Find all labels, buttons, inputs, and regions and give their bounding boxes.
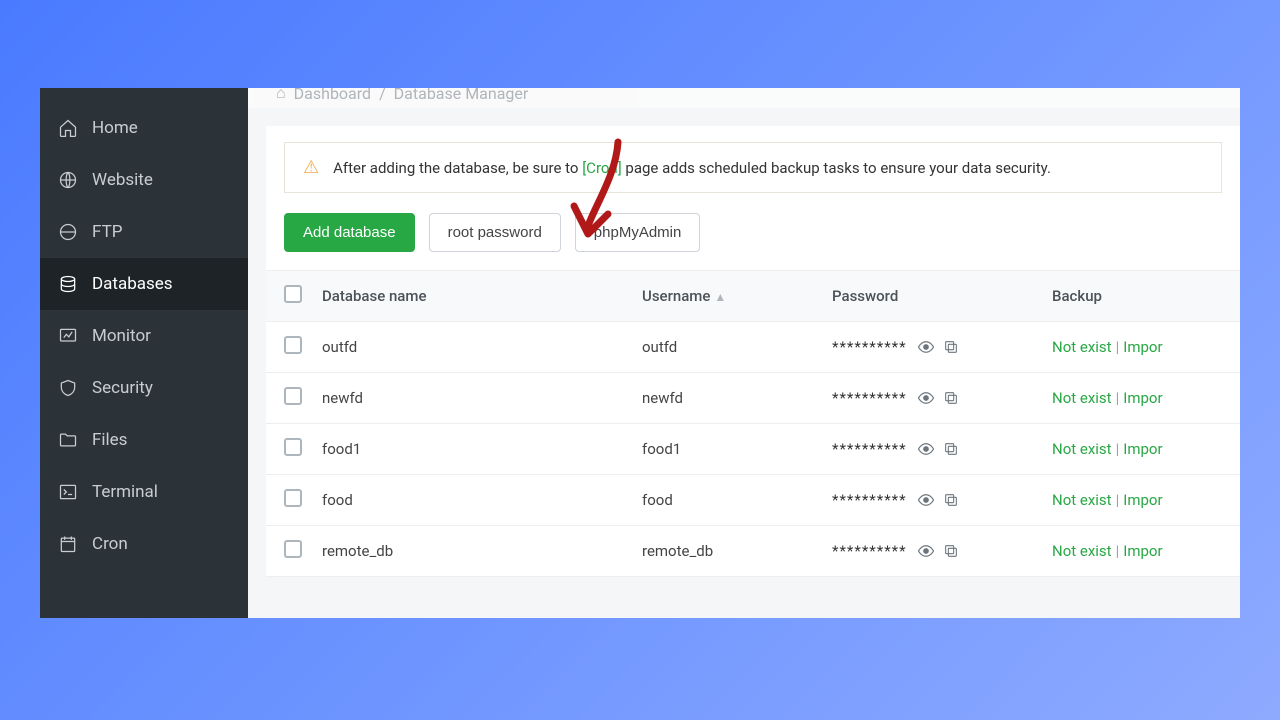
calendar-icon	[58, 534, 78, 554]
main-content: ⌂ Dashboard / Database Manager ⚠ After a…	[248, 88, 1240, 618]
sidebar-item-label: Website	[92, 170, 153, 190]
home-icon	[58, 118, 78, 138]
cell-username: food1	[632, 424, 822, 475]
row-checkbox[interactable]	[284, 438, 302, 456]
sidebar-item-cron[interactable]: Cron	[40, 518, 248, 570]
cell-dbname: newfd	[312, 373, 632, 424]
breadcrumb: ⌂ Dashboard / Database Manager	[248, 88, 1240, 108]
cell-username: food	[632, 475, 822, 526]
table-row: food1food1**********Not exist|Impor	[266, 424, 1240, 475]
backup-import-link[interactable]: Impor	[1123, 338, 1162, 356]
eye-icon[interactable]	[917, 389, 935, 407]
ftp-icon	[58, 222, 78, 242]
password-mask: **********	[832, 440, 907, 458]
database-table: Database name Username▲ Password Backup …	[266, 270, 1240, 577]
database-icon	[58, 274, 78, 294]
backup-import-link[interactable]: Impor	[1123, 542, 1162, 560]
table-row: newfdnewfd**********Not exist|Impor	[266, 373, 1240, 424]
copy-icon[interactable]	[943, 491, 959, 509]
alert-text: After adding the database, be sure to [C…	[333, 159, 1051, 177]
shield-icon	[58, 378, 78, 398]
cell-dbname: food1	[312, 424, 632, 475]
row-checkbox[interactable]	[284, 540, 302, 558]
password-mask: **********	[832, 491, 907, 509]
breadcrumb-dashboard[interactable]: Dashboard	[294, 88, 371, 103]
eye-icon[interactable]	[917, 491, 935, 509]
cell-username: newfd	[632, 373, 822, 424]
backup-not-exist-link[interactable]: Not exist	[1052, 491, 1112, 509]
select-all-checkbox[interactable]	[284, 285, 302, 303]
eye-icon[interactable]	[917, 440, 935, 458]
sidebar-item-label: Security	[92, 378, 153, 398]
cell-dbname: outfd	[312, 322, 632, 373]
copy-icon[interactable]	[943, 542, 959, 560]
col-header-password[interactable]: Password	[822, 271, 1042, 322]
add-database-button[interactable]: Add database	[284, 213, 415, 252]
sidebar-item-label: Home	[92, 118, 138, 138]
cell-username: outfd	[632, 322, 822, 373]
col-header-name[interactable]: Database name	[312, 271, 632, 322]
sidebar-item-files[interactable]: Files	[40, 414, 248, 466]
backup-import-link[interactable]: Impor	[1123, 491, 1162, 509]
toolbar: Add database root password phpMyAdmin	[266, 213, 1240, 270]
password-mask: **********	[832, 542, 907, 560]
copy-icon[interactable]	[943, 440, 959, 458]
table-row: foodfood**********Not exist|Impor	[266, 475, 1240, 526]
password-mask: **********	[832, 389, 907, 407]
backup-not-exist-link[interactable]: Not exist	[1052, 389, 1112, 407]
row-checkbox[interactable]	[284, 387, 302, 405]
sidebar-item-terminal[interactable]: Terminal	[40, 466, 248, 518]
cell-dbname: remote_db	[312, 526, 632, 577]
copy-icon[interactable]	[943, 338, 959, 356]
monitor-icon	[58, 326, 78, 346]
table-row: remote_dbremote_db**********Not exist|Im…	[266, 526, 1240, 577]
sidebar-item-ftp[interactable]: FTP	[40, 206, 248, 258]
backup-not-exist-link[interactable]: Not exist	[1052, 338, 1112, 356]
info-alert: ⚠ After adding the database, be sure to …	[284, 142, 1222, 193]
backup-import-link[interactable]: Impor	[1123, 440, 1162, 458]
row-checkbox[interactable]	[284, 489, 302, 507]
sidebar-item-label: Files	[92, 430, 127, 450]
sidebar-item-label: Cron	[92, 534, 128, 554]
sidebar-item-website[interactable]: Website	[40, 154, 248, 206]
sidebar-item-monitor[interactable]: Monitor	[40, 310, 248, 362]
terminal-icon	[58, 482, 78, 502]
panel-window: Home Website FTP Databases Monitor	[40, 88, 1240, 618]
breadcrumb-current: Database Manager	[394, 88, 529, 103]
eye-icon[interactable]	[917, 338, 935, 356]
sidebar-item-label: Terminal	[92, 482, 158, 502]
col-header-username[interactable]: Username▲	[632, 271, 822, 322]
sidebar-item-home[interactable]: Home	[40, 102, 248, 154]
phpmyadmin-button[interactable]: phpMyAdmin	[575, 213, 701, 252]
sidebar-item-label: Databases	[92, 274, 173, 294]
sort-asc-icon: ▲	[714, 290, 726, 304]
breadcrumb-home-icon: ⌂	[276, 88, 286, 103]
row-checkbox[interactable]	[284, 336, 302, 354]
backup-import-link[interactable]: Impor	[1123, 389, 1162, 407]
cell-username: remote_db	[632, 526, 822, 577]
folder-icon	[58, 430, 78, 450]
table-row: outfdoutfd**********Not exist|Impor	[266, 322, 1240, 373]
sidebar-item-label: Monitor	[92, 326, 151, 346]
sidebar-item-security[interactable]: Security	[40, 362, 248, 414]
root-password-button[interactable]: root password	[429, 213, 561, 252]
col-header-backup[interactable]: Backup	[1042, 271, 1240, 322]
sidebar-item-label: FTP	[92, 222, 122, 242]
globe-icon	[58, 170, 78, 190]
backup-not-exist-link[interactable]: Not exist	[1052, 440, 1112, 458]
cell-dbname: food	[312, 475, 632, 526]
backup-not-exist-link[interactable]: Not exist	[1052, 542, 1112, 560]
sidebar-item-databases[interactable]: Databases	[40, 258, 248, 310]
cron-link[interactable]: [Cron]	[582, 159, 622, 177]
sidebar: Home Website FTP Databases Monitor	[40, 88, 248, 618]
warning-icon: ⚠	[303, 157, 319, 178]
eye-icon[interactable]	[917, 542, 935, 560]
copy-icon[interactable]	[943, 389, 959, 407]
password-mask: **********	[832, 338, 907, 356]
